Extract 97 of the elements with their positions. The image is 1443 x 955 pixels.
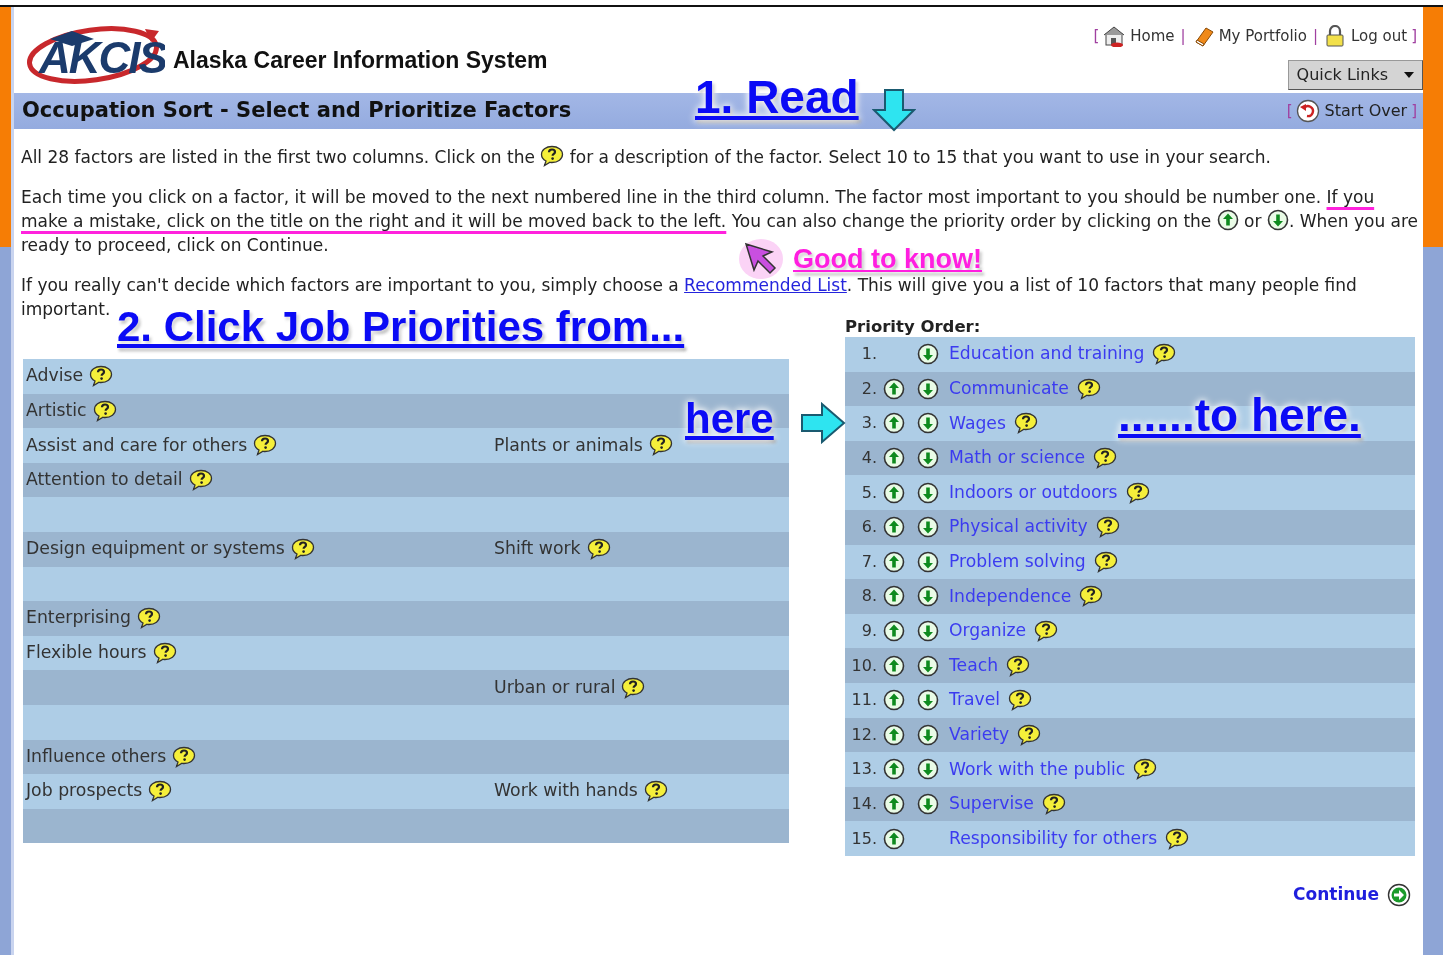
priority-number: 5.: [860, 481, 877, 504]
help-icon[interactable]: [89, 365, 114, 388]
help-icon[interactable]: [1076, 377, 1101, 400]
priority-link[interactable]: Supervise: [949, 791, 1034, 817]
help-icon[interactable]: [643, 780, 668, 803]
start-over-link[interactable]: Start Over: [1324, 99, 1408, 123]
priority-link[interactable]: Indoors or outdoors: [949, 479, 1118, 506]
help-icon[interactable]: [148, 780, 173, 803]
priority-number: 12.: [850, 723, 877, 746]
priority-number: 3.: [860, 412, 877, 435]
help-icon[interactable]: [621, 676, 646, 699]
priority-link[interactable]: Independence: [949, 583, 1072, 610]
priority-link[interactable]: Work with the public: [949, 756, 1126, 783]
instruction-text: All 28 factors are listed in the first two columns. Click on the for a description of the factor. Select 10 to 15 that you want to use in your search.: [21, 145, 1272, 169]
priority-link[interactable]: Problem solving: [949, 548, 1086, 575]
priority-number: 2.: [860, 377, 877, 400]
help-icon[interactable]: [1079, 585, 1104, 608]
priority-heading: Priority Order:: [845, 316, 982, 337]
nav-link[interactable]: Home: [1130, 25, 1175, 48]
continue-link[interactable]: Continue: [1293, 881, 1379, 908]
help-icon[interactable]: [540, 145, 565, 167]
priority-number: 7.: [860, 550, 877, 573]
factor-link[interactable]: Job prospects: [26, 778, 143, 805]
priority-link[interactable]: Variety: [949, 721, 1010, 748]
factor-link[interactable]: Assist and care for others: [26, 432, 248, 459]
quick-links-dropdown[interactable]: Quick Links: [1287, 59, 1423, 90]
help-icon[interactable]: [1093, 550, 1118, 573]
annotation-text: here: [685, 398, 774, 440]
help-icon[interactable]: [1093, 447, 1118, 470]
site-title: Alaska Career Information System: [173, 47, 548, 75]
annotation-text: ......to here.: [1118, 392, 1361, 438]
priority-link[interactable]: Physical activity: [949, 514, 1088, 541]
help-icon[interactable]: [253, 434, 278, 457]
factor-link[interactable]: Design equipment or systems: [26, 536, 285, 563]
factor-link[interactable]: Enterprising: [26, 605, 131, 632]
padlock-icon[interactable]: [1324, 25, 1346, 48]
factor-link[interactable]: Plants or animals: [494, 432, 643, 459]
priority-number: 13.: [850, 758, 877, 781]
help-icon[interactable]: [1165, 827, 1190, 850]
factor-link[interactable]: Work with hands: [494, 778, 638, 805]
priority-link[interactable]: Teach: [949, 652, 999, 679]
help-icon[interactable]: [137, 607, 161, 630]
factor-link[interactable]: Attention to detail: [26, 467, 183, 494]
help-icon[interactable]: [1008, 689, 1033, 712]
help-icon[interactable]: [188, 469, 213, 492]
help-icon[interactable]: [172, 745, 197, 768]
priority-number: 9.: [860, 620, 877, 643]
priority-link[interactable]: Education and training: [949, 341, 1145, 368]
recommended-list-link[interactable]: Recommended List: [684, 275, 847, 295]
help-icon[interactable]: [1013, 412, 1038, 435]
help-icon[interactable]: [1041, 793, 1066, 815]
factor-link[interactable]: Flexible hours: [26, 640, 147, 666]
priority-number: 11.: [850, 689, 877, 712]
separator: |: [1312, 26, 1318, 47]
help-icon[interactable]: [1152, 343, 1177, 366]
bracket: ]: [1411, 26, 1417, 47]
priority-number: 15.: [850, 827, 877, 850]
help-icon[interactable]: [290, 538, 315, 561]
help-icon[interactable]: [1133, 758, 1158, 781]
priority-link[interactable]: Communicate: [949, 376, 1069, 402]
help-icon[interactable]: [1034, 620, 1058, 643]
help-icon[interactable]: [1017, 723, 1042, 746]
factor-link[interactable]: Advise: [26, 363, 84, 390]
help-icon[interactable]: [1095, 516, 1120, 539]
factor-link[interactable]: Shift work: [494, 536, 581, 563]
priority-link[interactable]: Travel: [949, 687, 1001, 714]
help-icon[interactable]: [648, 434, 673, 457]
priority-link[interactable]: Wages: [949, 410, 1006, 437]
right-arrow-icon: [800, 402, 846, 444]
undo-icon[interactable]: [1296, 99, 1321, 123]
priority-number: 8.: [860, 585, 877, 608]
bracket: [: [1093, 26, 1100, 47]
bracket: [: [1286, 100, 1293, 122]
house-icon[interactable]: [1103, 25, 1126, 48]
help-icon[interactable]: [586, 538, 611, 561]
priority-number: 1.: [860, 343, 877, 366]
page-title: Occupation Sort - Select and Prioritize Factors: [22, 97, 572, 125]
help-icon[interactable]: [92, 399, 117, 422]
priority-number: 6.: [860, 516, 877, 539]
priority-link[interactable]: Math or science: [949, 445, 1086, 471]
factor-link[interactable]: Urban or rural: [494, 674, 616, 701]
nav-link[interactable]: My Portfolio: [1218, 25, 1307, 48]
factor-link[interactable]: Influence others: [26, 743, 167, 770]
priority-number: 10.: [850, 654, 877, 677]
bracket: ]: [1411, 100, 1417, 122]
priority-link[interactable]: Organize: [949, 618, 1026, 644]
priority-link[interactable]: Responsibility for others: [949, 825, 1158, 852]
help-icon[interactable]: [152, 642, 177, 665]
help-icon[interactable]: [1006, 654, 1031, 677]
priority-number: 4.: [860, 447, 877, 470]
help-icon[interactable]: [1125, 481, 1150, 504]
priority-number: 14.: [850, 793, 877, 815]
separator: |: [1180, 26, 1186, 47]
factor-link[interactable]: Artistic: [26, 397, 87, 424]
nav-link[interactable]: Log out: [1351, 25, 1408, 48]
caret-icon: [1404, 71, 1414, 78]
down-arrow-icon: [872, 88, 916, 132]
